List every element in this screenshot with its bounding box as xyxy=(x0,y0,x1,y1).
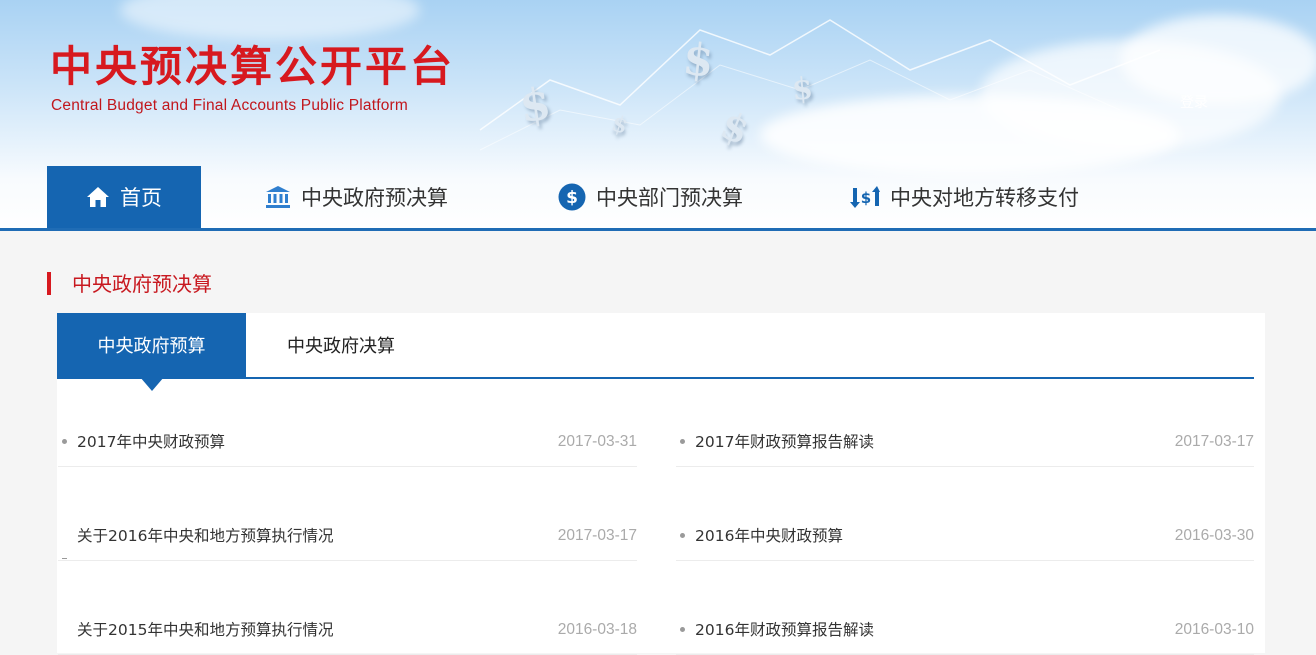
list-item[interactable]: 关于2016年中央和地方预算执行情况 2017-03-17 xyxy=(58,512,637,561)
nav-item-label: 中央部门预决算 xyxy=(596,186,743,210)
list-item[interactable]: 2017年财政预算报告解读 2017-03-17 xyxy=(676,418,1254,467)
nav-item-central-departments[interactable]: $ 中央部门预决算 xyxy=(558,166,743,228)
list-item-title[interactable]: 2016年中央财政预算 xyxy=(695,512,843,560)
bullet-icon xyxy=(680,439,685,444)
cloud-decoration xyxy=(120,0,420,40)
list-item-title[interactable]: 2017年财政预算报告解读 xyxy=(695,418,874,466)
nav-item-central-government[interactable]: 中央政府预决算 xyxy=(265,166,448,228)
section-title: 中央政府预决算 xyxy=(72,272,212,296)
tab-central-government-budget[interactable]: 中央政府预算 xyxy=(57,313,246,377)
nav-divider xyxy=(0,228,1316,231)
svg-text:$: $ xyxy=(566,188,578,208)
list-item-date: 2017-03-17 xyxy=(557,527,637,544)
list-item-title[interactable]: 2017年中央财政预算 xyxy=(77,418,225,466)
list-item-date: 2016-03-18 xyxy=(557,621,637,638)
tab-underline xyxy=(57,377,1254,379)
list-item[interactable]: 关于2015年中央和地方预算执行情况 2016-03-18 xyxy=(58,606,637,655)
bullet-icon xyxy=(680,627,685,632)
bank-icon xyxy=(265,185,291,209)
list-item[interactable]: 2017年中央财政预算 2017-03-31 xyxy=(58,418,637,467)
nav-item-label: 首页 xyxy=(120,186,162,210)
list-item-title[interactable]: 2016年财政预算报告解读 xyxy=(695,606,874,654)
home-icon xyxy=(86,186,110,208)
nav-item-transfer-payments[interactable]: $ 中央对地方转移支付 xyxy=(850,166,1079,228)
bullet-icon xyxy=(680,533,685,538)
list-item-date: 2016-03-10 xyxy=(1174,621,1254,638)
site-logo-subtitle: Central Budget and Final Accounts Public… xyxy=(51,97,409,114)
tab-label: 中央政府决算 xyxy=(287,336,395,357)
dollar-circle-icon: $ xyxy=(558,183,586,211)
nav-item-home[interactable]: 首页 xyxy=(47,166,201,228)
tab-label: 中央政府预算 xyxy=(97,336,206,357)
transfer-icon: $ xyxy=(850,185,880,209)
stock-line-decoration xyxy=(479,19,1161,151)
bullet-icon xyxy=(62,439,67,444)
nav-item-label: 中央政府预决算 xyxy=(301,186,448,210)
list-item-date: 2017-03-17 xyxy=(1174,433,1254,450)
bullet-icon xyxy=(62,558,67,559)
dollar-sign-icon: $ xyxy=(790,71,815,108)
dollar-sign-icon: $ xyxy=(680,33,717,88)
list-item-date: 2017-03-31 xyxy=(557,433,637,450)
list-item-title[interactable]: 关于2015年中央和地方预算执行情况 xyxy=(77,606,333,654)
list-item-title[interactable]: 关于2016年中央和地方预算执行情况 xyxy=(77,512,333,560)
section-marker xyxy=(47,272,51,295)
active-tab-pointer xyxy=(140,377,164,391)
dollar-sign-icon: $ xyxy=(516,78,555,133)
list-item-date: 2016-03-30 xyxy=(1174,527,1254,544)
svg-text:$: $ xyxy=(861,189,871,207)
nav-item-label: 中央对地方转移支付 xyxy=(890,186,1079,210)
list-item[interactable]: 2016年财政预算报告解读 2016-03-10 xyxy=(676,606,1254,655)
login-link[interactable]: 登录 xyxy=(1180,92,1208,112)
tab-central-government-final-accounts[interactable]: 中央政府决算 xyxy=(246,313,436,377)
site-logo-title[interactable]: 中央预决算公开平台 xyxy=(50,42,455,92)
list-item[interactable]: 2016年中央财政预算 2016-03-30 xyxy=(676,512,1254,561)
